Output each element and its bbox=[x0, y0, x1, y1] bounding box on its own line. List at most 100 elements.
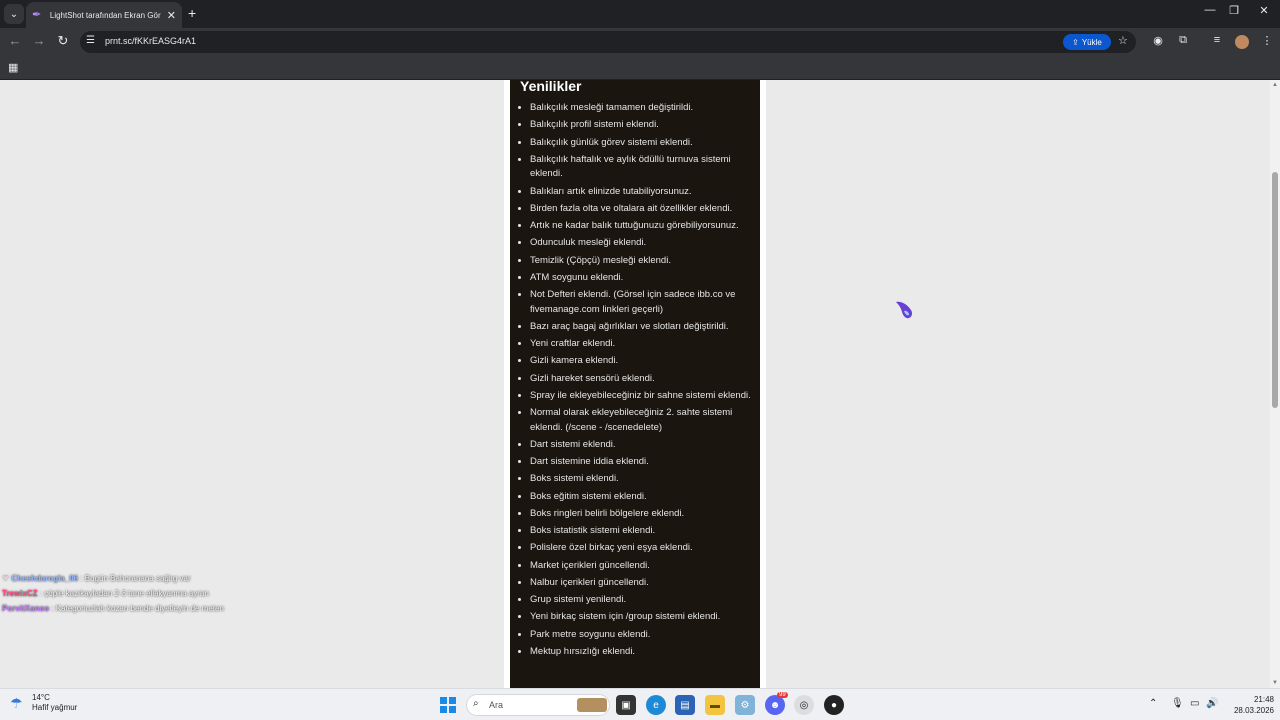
changelog-panel: Yenilikler Balıkçılık mesleği tamamen de… bbox=[510, 80, 760, 688]
changelog-item: Gizli hareket sensörü eklendi. bbox=[530, 372, 756, 387]
changelog-item: Bazı araç bagaj ağırlıkları ve slotları … bbox=[530, 320, 756, 335]
changelog-item: Yeni birkaç sistem için /group sistemi e… bbox=[530, 610, 756, 625]
edge-icon[interactable]: e bbox=[646, 695, 666, 715]
microphone-icon[interactable]: 🎙 bbox=[1171, 698, 1184, 709]
file-explorer-icon[interactable]: ▬ bbox=[705, 695, 725, 715]
menu-icon[interactable]: ⋮ bbox=[1259, 34, 1275, 47]
discord-badge: 99 bbox=[777, 692, 788, 698]
changelog-item: Balıkçılık günlük görev sistemi eklendi. bbox=[530, 136, 756, 151]
changelog-item: Artık ne kadar balık tuttuğunuzu görebil… bbox=[530, 219, 756, 234]
star-icon[interactable]: ☆ bbox=[1118, 34, 1128, 47]
maximize-icon[interactable]: ❐ bbox=[1220, 4, 1248, 17]
discord-icon[interactable]: ☻ bbox=[765, 695, 785, 715]
chat-line: ♡ Cheshdarogla_06 : Bugün Bahoranana sağ… bbox=[2, 571, 262, 586]
app-icon[interactable]: ● bbox=[824, 695, 844, 715]
site-settings-icon[interactable]: ☰ bbox=[86, 35, 95, 46]
changelog-item: Spray ile ekleyebileceğiniz bir sahne si… bbox=[530, 389, 756, 404]
changelog-item: Boks eğitim sistemi eklendi. bbox=[530, 490, 756, 505]
changelog-item: Balıkları artık elinizde tutabiliyorsunu… bbox=[530, 185, 756, 200]
close-tab-icon[interactable]: ✕ bbox=[167, 9, 176, 22]
changelog-list: Balıkçılık mesleği tamamen değiştirildi.… bbox=[510, 101, 760, 659]
search-icon: ⌕ bbox=[473, 698, 479, 709]
task-view-icon[interactable]: ▣ bbox=[616, 695, 636, 715]
changelog-item: Temizlik (Çöpçü) mesleği eklendi. bbox=[530, 254, 756, 269]
reading-list-icon[interactable]: ≡ bbox=[1209, 34, 1225, 46]
chat-overlay: ♡ Cheshdarogla_06 : Bugün Bahoranana sağ… bbox=[2, 571, 262, 616]
changelog-item: Dart sistemi eklendi. bbox=[530, 438, 756, 453]
chat-username: PorvitXanoo bbox=[2, 604, 50, 613]
upload-label: Yükle bbox=[1081, 37, 1102, 47]
changelog-item: Park metre soygunu eklendi. bbox=[530, 628, 756, 643]
new-tab-icon[interactable]: + bbox=[188, 5, 196, 21]
changelog-item: Boks ringleri belirli bölgelere eklendi. bbox=[530, 507, 756, 522]
puzzle-icon[interactable]: ⧉ bbox=[1175, 34, 1191, 47]
chat-username: Cheshdarogla_06 bbox=[11, 574, 79, 583]
apps-icon[interactable]: ▦ bbox=[8, 61, 18, 74]
tab-strip: ⌄ ✒ LightShot tarafından Ekran Görüntüsü… bbox=[0, 0, 1280, 28]
bookmarks-bar: ▦ bbox=[0, 56, 1280, 80]
changelog-item: Balıkçılık profil sistemi eklendi. bbox=[530, 118, 756, 133]
extension-icon[interactable]: ◉ bbox=[1150, 34, 1166, 47]
chat-message: : Kategoriuzlah kozan bende diyetleyin d… bbox=[51, 604, 224, 613]
lightshot-favicon-icon: ✒ bbox=[32, 9, 42, 21]
taskbar: ☂ 14°C Hafif yağmur ⌕ Ara ▣ e ▤ ▬ ⚙ ☻ 99… bbox=[0, 688, 1280, 720]
network-icon[interactable]: ▭ bbox=[1190, 698, 1199, 709]
store-icon[interactable]: ▤ bbox=[675, 695, 695, 715]
volume-icon[interactable]: 🔊 bbox=[1206, 698, 1218, 709]
changelog-item: Gizli kamera eklendi. bbox=[530, 354, 756, 369]
heart-icon: ♡ bbox=[2, 574, 10, 583]
url-text[interactable]: prnt.sc/fKKrEASG4rA1 bbox=[105, 36, 196, 46]
page-content: Yenilikler Balıkçılık mesleği tamamen de… bbox=[0, 80, 1270, 688]
scroll-down-icon[interactable]: ▼ bbox=[1272, 680, 1278, 686]
chat-line: PorvitXanoo : Kategoriuzlah kozan bende … bbox=[2, 601, 262, 616]
changelog-item: Balıkçılık mesleği tamamen değiştirildi. bbox=[530, 101, 756, 116]
scroll-up-icon[interactable]: ▲ bbox=[1272, 82, 1278, 88]
changelog-heading: Yenilikler bbox=[520, 80, 582, 94]
tray-overflow-icon[interactable]: ⌃ bbox=[1149, 698, 1157, 709]
changelog-item: Market içerikleri güncellendi. bbox=[530, 559, 756, 574]
changelog-item: Grup sistemi yenilendi. bbox=[530, 593, 756, 608]
changelog-item: Balıkçılık haftalık ve aylık ödüllü turn… bbox=[530, 153, 756, 182]
upload-button[interactable]: ⇪ Yükle bbox=[1063, 34, 1111, 50]
start-icon[interactable] bbox=[440, 697, 456, 713]
upload-icon: ⇪ bbox=[1072, 37, 1079, 47]
temperature: 14°C bbox=[32, 693, 50, 702]
reload-icon[interactable]: ↻ bbox=[54, 33, 72, 49]
tab-search-icon[interactable]: ⌄ bbox=[4, 4, 24, 24]
chrome-icon[interactable]: ◎ bbox=[794, 695, 814, 715]
browser-toolbar: ← → ↻ ☰ prnt.sc/fKKrEASG4rA1 ⇪ Yükle ☆ ◉… bbox=[0, 28, 1280, 56]
changelog-item: Boks sistemi eklendi. bbox=[530, 472, 756, 487]
changelog-item: Polislere özel birkaç yeni eşya eklendi. bbox=[530, 541, 756, 556]
close-window-icon[interactable]: ✕ bbox=[1250, 4, 1278, 17]
changelog-item: Not Defteri eklendi. (Görsel için sadece… bbox=[530, 288, 756, 317]
browser-tab[interactable]: ✒ LightShot tarafından Ekran Görüntüsü ✕ bbox=[26, 2, 182, 28]
changelog-item: ATM soygunu eklendi. bbox=[530, 271, 756, 286]
forward-icon[interactable]: → bbox=[30, 33, 48, 48]
changelog-item: Odunculuk mesleği eklendi. bbox=[530, 236, 756, 251]
time: 21:48 bbox=[1253, 695, 1274, 704]
taskbar-search[interactable]: ⌕ Ara bbox=[466, 694, 610, 716]
chat-line: TrewixCZ : çöple kazıkayladan 2-3 tane e… bbox=[2, 586, 262, 601]
weather-condition: Hafif yağmur bbox=[32, 703, 78, 712]
date: 28.03.2026 bbox=[1233, 706, 1274, 715]
settings-icon[interactable]: ⚙ bbox=[735, 695, 755, 715]
weather-widget[interactable]: ☂ 14°C Hafif yağmur bbox=[10, 693, 77, 713]
clock[interactable]: 21:48 28.03.2026 bbox=[1218, 694, 1274, 716]
changelog-item: Boks istatistik sistemi eklendi. bbox=[530, 524, 756, 539]
search-placeholder: Ara bbox=[489, 700, 504, 710]
chat-message: : çöple kazıkayladan 2-3 tane ellakyanma… bbox=[39, 589, 209, 598]
page-scrollbar[interactable]: ▲ ▼ bbox=[1270, 80, 1280, 688]
screenshot-image[interactable]: Yenilikler Balıkçılık mesleği tamamen de… bbox=[504, 80, 766, 688]
changelog-item: Birden fazla olta ve oltalara ait özelli… bbox=[530, 202, 756, 217]
scroll-thumb[interactable] bbox=[1272, 172, 1278, 408]
search-highlight-icon bbox=[577, 698, 607, 712]
changelog-item: Yeni craftlar eklendi. bbox=[530, 337, 756, 352]
rain-cloud-icon: ☂ bbox=[10, 695, 23, 711]
changelog-item: Mektup hırsızlığı eklendi. bbox=[530, 645, 756, 660]
changelog-item: Dart sistemine iddia eklendi. bbox=[530, 455, 756, 470]
tab-title: LightShot tarafından Ekran Görüntüsü bbox=[49, 10, 161, 20]
cursor-icon bbox=[896, 301, 913, 319]
avatar[interactable] bbox=[1235, 35, 1249, 49]
back-icon[interactable]: ← bbox=[6, 33, 24, 48]
address-bar[interactable]: ☰ prnt.sc/fKKrEASG4rA1 ⇪ Yükle ☆ bbox=[80, 31, 1136, 53]
